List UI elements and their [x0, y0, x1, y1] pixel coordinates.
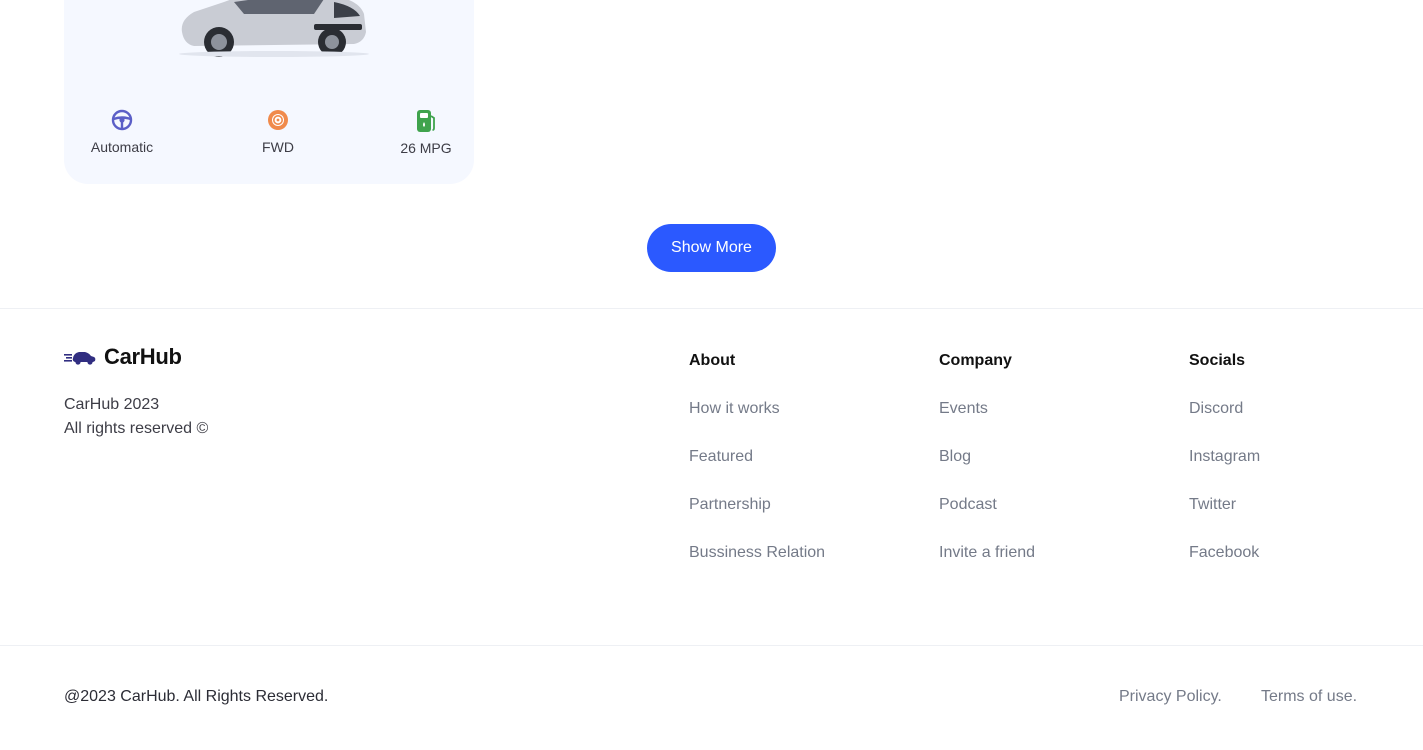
footer-link[interactable]: Facebook — [1189, 543, 1260, 563]
footer-link[interactable]: Invite a friend — [939, 543, 1035, 563]
privacy-policy-link[interactable]: Privacy Policy. — [1119, 688, 1222, 706]
footer-link[interactable]: Instagram — [1189, 447, 1260, 467]
brand-name: CarHub — [104, 344, 182, 369]
spec-label: FWD — [262, 139, 294, 155]
bottom-divider — [0, 645, 1423, 646]
gas-pump-icon — [417, 110, 435, 132]
footer-column-socials: Socials Discord Instagram Twitter Facebo… — [1189, 351, 1260, 591]
steering-wheel-icon — [111, 109, 133, 131]
column-title: Socials — [1189, 352, 1246, 369]
column-title: Company — [939, 352, 1012, 369]
footer-link[interactable]: Featured — [689, 447, 825, 467]
tire-icon — [268, 110, 288, 130]
spec-label: 26 MPG — [400, 140, 452, 156]
spec-drive: FWD — [223, 108, 333, 155]
footer-brand[interactable]: CarHub — [64, 344, 182, 370]
footer-link[interactable]: Partnership — [689, 495, 825, 515]
terms-of-use-link[interactable]: Terms of use. — [1261, 688, 1357, 706]
show-more-button[interactable]: Show More — [647, 224, 776, 272]
footer-link[interactable]: Events — [939, 399, 1035, 419]
brand-year: CarHub 2023 — [64, 396, 160, 413]
spec-mileage: 26 MPG — [371, 108, 481, 156]
footer-divider — [0, 308, 1423, 309]
car-logo-icon — [64, 352, 96, 365]
spec-transmission: Automatic — [67, 108, 177, 155]
brand-rights: All rights reserved © — [64, 420, 209, 437]
footer-column-company: Company Events Blog Podcast Invite a fri… — [939, 351, 1035, 591]
car-specs: Automatic FWD 26 MPG — [64, 108, 474, 168]
footer-column-about: About How it works Featured Partnership … — [689, 351, 825, 591]
footer-link[interactable]: Twitter — [1189, 495, 1260, 515]
car-card: Automatic FWD 26 MPG — [64, 0, 474, 184]
footer-link[interactable]: Podcast — [939, 495, 1035, 515]
footer-link[interactable]: Discord — [1189, 399, 1260, 419]
car-image — [179, 0, 369, 57]
column-title: About — [689, 352, 736, 369]
footer-link[interactable]: Blog — [939, 447, 1035, 467]
copyright-text: @2023 CarHub. All Rights Reserved. — [64, 688, 329, 705]
footer-link[interactable]: How it works — [689, 399, 825, 419]
brand-description: CarHub 2023 All rights reserved © — [64, 393, 208, 441]
spec-label: Automatic — [90, 139, 154, 155]
footer-link[interactable]: Bussiness Relation — [689, 543, 825, 563]
